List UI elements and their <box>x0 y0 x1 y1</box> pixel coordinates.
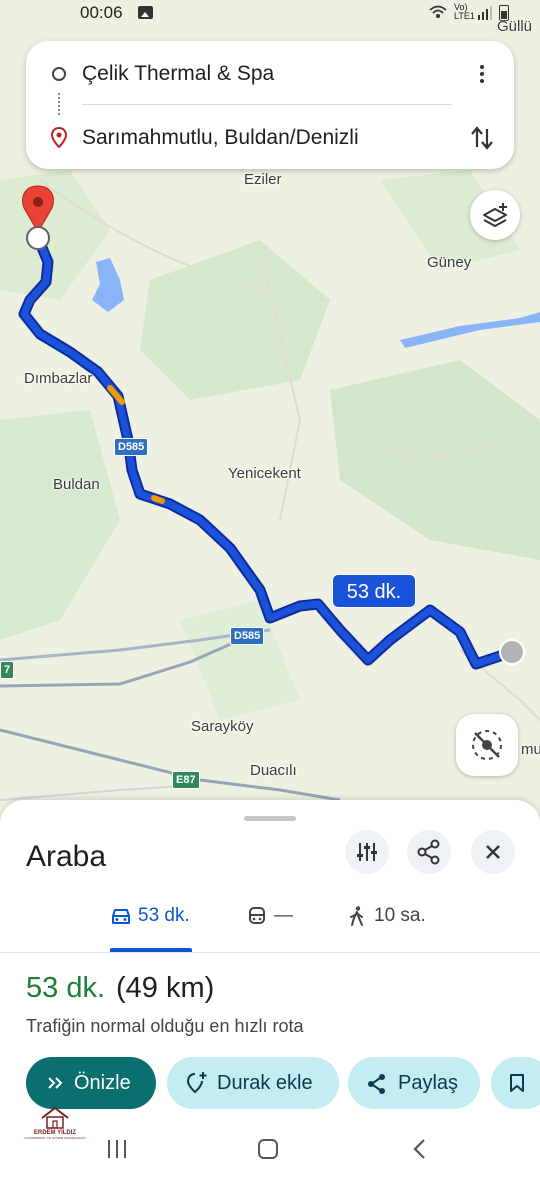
close-icon <box>486 845 500 859</box>
back-button[interactable] <box>412 1138 428 1160</box>
place-label: Eziler <box>244 171 282 188</box>
train-icon <box>249 907 265 924</box>
route-duration: 53 dk. <box>26 972 105 1004</box>
walk-icon <box>350 906 363 926</box>
save-button[interactable] <box>491 1057 540 1109</box>
place-label: Buldan <box>53 476 100 493</box>
route-card: Çelik Thermal & Spa Sarımahmutlu, Buldan… <box>26 41 514 169</box>
tab-walking-label: 10 sa. <box>374 905 426 926</box>
add-location-icon <box>186 1072 207 1094</box>
road-shield-e87: E87 <box>172 771 200 789</box>
bookmark-icon <box>510 1074 524 1092</box>
place-label: Güllü <box>497 18 533 35</box>
layers-icon <box>483 203 507 227</box>
tab-driving[interactable]: 53 dk. <box>110 895 210 953</box>
share-label: Paylaş <box>398 1072 459 1094</box>
origin-field[interactable]: Çelik Thermal & Spa <box>82 62 274 86</box>
destination-row[interactable]: Sarımahmutlu, Buldan/Denizli <box>26 109 514 165</box>
route-distance: (49 km) <box>116 972 215 1004</box>
location-disabled-icon <box>472 730 502 760</box>
add-stop-label: Durak ekle <box>217 1072 313 1094</box>
share-route-button[interactable] <box>407 830 451 874</box>
place-label: Yenicekent <box>228 465 301 482</box>
more-vert-icon[interactable] <box>472 61 492 87</box>
double-chevron-right-icon <box>48 1077 63 1089</box>
place-label: Sarayköy <box>191 718 254 735</box>
lte-label: LTE1 <box>454 11 475 21</box>
home-button[interactable] <box>258 1139 278 1159</box>
place-label: Güney <box>427 254 472 271</box>
status-bar: 00:06 Vo) LTE1 <box>0 0 540 26</box>
share-icon <box>417 839 440 865</box>
road-shield-d585: D585 <box>230 627 265 645</box>
selected-tab-indicator <box>110 948 192 952</box>
place-label: Dımbazlar <box>24 370 93 387</box>
recenter-button[interactable] <box>456 714 518 776</box>
place-label: Duacılı <box>250 762 297 779</box>
add-stop-button[interactable]: Durak ekle <box>167 1057 339 1109</box>
preview-button[interactable]: Önizle <box>26 1057 156 1109</box>
tab-transit-label: — <box>274 905 293 926</box>
destination-field[interactable]: Sarımahmutlu, Buldan/Denizli <box>82 126 359 150</box>
place-label: mu <box>521 741 540 758</box>
system-nav-bar <box>0 1124 540 1180</box>
layers-button[interactable] <box>470 190 520 240</box>
status-time: 00:06 <box>80 3 123 22</box>
location-pin-icon <box>51 127 67 149</box>
network-indicator: Vo) LTE1 <box>454 3 475 21</box>
tune-icon <box>357 843 377 861</box>
route-duration-bubble[interactable]: 53 dk. <box>332 574 416 608</box>
drag-handle[interactable] <box>244 816 296 821</box>
gallery-icon <box>138 6 153 19</box>
route-description: Trafiğin normal olduğu en hızlı rota <box>26 1016 304 1036</box>
road-shield: 7 <box>0 661 15 679</box>
sheet-title: Araba <box>26 840 107 873</box>
field-divider <box>82 104 452 105</box>
road-shield-d585: D585 <box>114 438 149 456</box>
car-icon <box>112 909 130 924</box>
wifi-icon <box>429 5 447 18</box>
origin-row[interactable]: Çelik Thermal & Spa <box>26 45 514 101</box>
share-icon <box>368 1074 385 1094</box>
close-button[interactable] <box>471 830 515 874</box>
tab-transit[interactable]: — <box>246 895 306 953</box>
signal-icon <box>478 6 492 20</box>
origin-marker <box>499 639 525 665</box>
share-button[interactable]: Paylaş <box>348 1057 480 1109</box>
travel-mode-tabs: 53 dk. — 10 sa. <box>0 895 540 953</box>
route-options-button[interactable] <box>345 830 389 874</box>
recents-button[interactable] <box>108 1140 128 1158</box>
tab-driving-label: 53 dk. <box>138 905 190 926</box>
preview-label: Önizle <box>74 1072 131 1094</box>
swap-vert-icon[interactable] <box>468 123 496 153</box>
origin-circle-icon <box>52 67 66 81</box>
tab-walking[interactable]: 10 sa. <box>346 895 446 953</box>
route-end-marker <box>26 226 50 250</box>
